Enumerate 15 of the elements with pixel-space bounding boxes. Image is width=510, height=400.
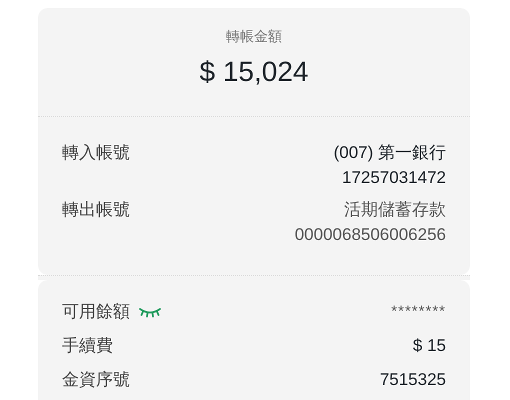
field-value: $ 15 [412, 336, 446, 356]
field-label: 可用餘額 [62, 301, 130, 323]
field-label: 金資序號 [62, 369, 130, 391]
amount-value: $ 15,024 [200, 56, 308, 88]
field-label: 轉入帳號 [62, 142, 130, 164]
field-label: 手續費 [62, 335, 113, 357]
field-value: 7515325 [380, 370, 446, 390]
field-label: 轉出帳號 [62, 199, 130, 221]
field-value: 活期儲蓄存款 [344, 199, 446, 221]
field-value: ******** [391, 303, 446, 320]
field-value: 17257031472 [342, 168, 446, 188]
closed-eye-icon[interactable] [138, 306, 162, 318]
amount-label: 轉帳金額 [226, 28, 282, 46]
field-value: (007) 第一銀行 [334, 142, 446, 164]
field-value: 0000068506006256 [294, 225, 446, 245]
